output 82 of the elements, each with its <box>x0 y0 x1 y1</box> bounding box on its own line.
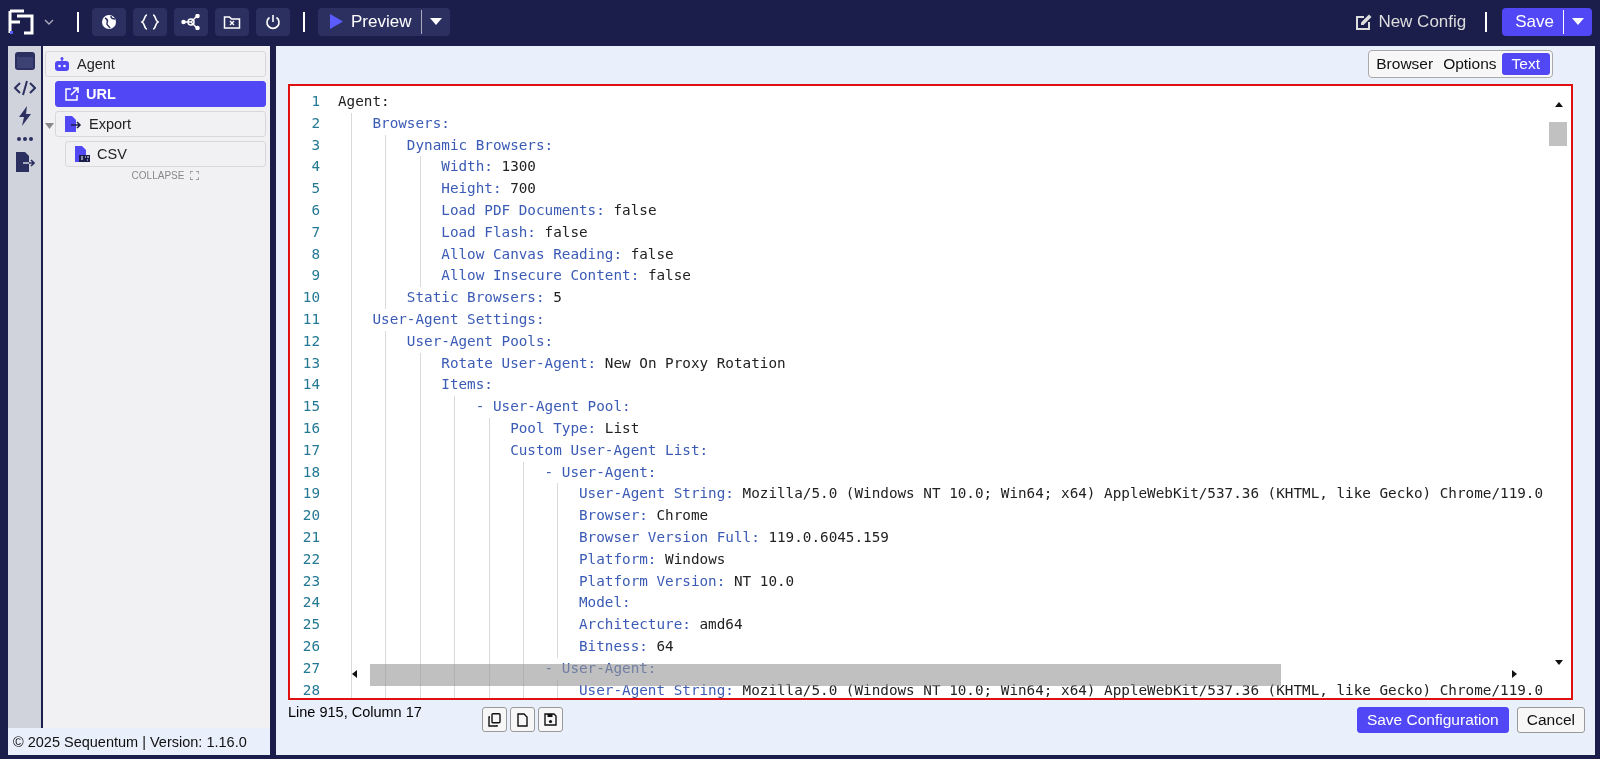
save-configuration-button[interactable]: Save Configuration <box>1356 707 1509 733</box>
chevron-down-icon[interactable] <box>44 18 54 25</box>
line-number: 11 <box>301 309 320 329</box>
file-export-icon[interactable] <box>14 152 35 172</box>
line-number: 27 <box>301 658 320 678</box>
view-tab[interactable]: Options <box>1438 53 1502 75</box>
network-button[interactable] <box>174 7 208 36</box>
tree-item[interactable]: URL <box>55 81 266 107</box>
logo-icon[interactable] <box>8 8 36 35</box>
scrollbar-thumb[interactable] <box>370 664 1281 686</box>
code-icon[interactable] <box>13 80 36 96</box>
line-number: 18 <box>301 462 320 482</box>
copy-icon <box>487 712 501 727</box>
file-icon <box>516 712 528 727</box>
preview-button[interactable]: Preview <box>318 7 422 36</box>
line-number: 17 <box>301 440 320 460</box>
footer-text: © 2025 Sequentum | Version: 1.16.0 <box>8 728 270 755</box>
line-number: 4 <box>310 157 320 177</box>
power-icon <box>265 13 281 30</box>
line-number: 15 <box>301 397 320 417</box>
play-icon <box>330 14 343 29</box>
save-file-button[interactable] <box>537 707 563 732</box>
line-number: 25 <box>301 615 320 635</box>
line-number: 8 <box>310 244 320 264</box>
scroll-up-icon[interactable] <box>1555 102 1563 107</box>
globe-button[interactable] <box>92 7 126 36</box>
file-export-icon <box>64 116 82 132</box>
line-number: 7 <box>310 222 320 242</box>
scroll-down-icon[interactable] <box>1555 660 1563 665</box>
view-tab[interactable]: Text <box>1501 53 1550 75</box>
folder-x-icon <box>223 13 241 30</box>
line-number: 3 <box>310 135 320 155</box>
line-number: 21 <box>301 527 320 547</box>
braces-icon <box>141 13 159 30</box>
lightning-icon[interactable] <box>17 106 32 126</box>
line-number: 22 <box>301 549 320 569</box>
folder-button[interactable] <box>215 7 249 36</box>
scroll-right-icon[interactable] <box>1512 670 1517 678</box>
tree-item[interactable]: Agent <box>45 51 266 77</box>
line-number: 19 <box>301 484 320 504</box>
line-number: 2 <box>310 113 320 133</box>
copy-button[interactable] <box>481 707 507 732</box>
line-number: 12 <box>301 331 320 351</box>
scroll-left-icon[interactable] <box>352 670 357 678</box>
scrollbar-thumb[interactable] <box>1549 122 1567 146</box>
edit-icon <box>1355 13 1373 30</box>
view-tab[interactable]: Browser <box>1371 53 1439 75</box>
expand-icon <box>190 171 200 180</box>
new-file-button[interactable] <box>509 707 535 732</box>
line-number: 13 <box>301 353 320 373</box>
more-icon[interactable] <box>15 136 34 142</box>
code-editor[interactable] <box>288 84 1573 700</box>
save-button[interactable]: Save <box>1502 7 1563 36</box>
new-config-button[interactable]: New Config <box>1355 11 1467 32</box>
code-button[interactable] <box>133 7 167 36</box>
line-number: 28 <box>301 680 320 698</box>
caret-down-icon <box>430 18 443 25</box>
line-number: 26 <box>301 636 320 656</box>
globe-icon <box>101 13 117 30</box>
expand-caret-icon[interactable] <box>44 123 54 129</box>
line-number: 24 <box>301 593 320 613</box>
tree-item[interactable]: Export <box>55 111 266 137</box>
network-icon <box>181 13 201 30</box>
line-number: 10 <box>301 288 320 308</box>
power-button[interactable] <box>256 7 290 36</box>
cancel-button[interactable]: Cancel <box>1516 707 1585 733</box>
line-number: 14 <box>301 375 320 395</box>
external-link-icon <box>64 86 79 102</box>
window-icon[interactable] <box>14 52 35 70</box>
caret-down-icon <box>1572 18 1584 25</box>
line-number: 16 <box>301 418 320 438</box>
line-number: 5 <box>310 179 320 199</box>
line-number: 20 <box>301 506 320 526</box>
robot-icon <box>54 57 70 71</box>
csv-file-icon <box>74 146 90 162</box>
tree-item[interactable]: CSV <box>65 141 266 167</box>
line-number: 23 <box>301 571 320 591</box>
code-line: Agent: <box>338 92 390 111</box>
line-number: 6 <box>310 201 320 220</box>
line-number: 9 <box>310 266 320 286</box>
line-number: 1 <box>310 92 320 111</box>
cursor-position: Line 915, Column 17 <box>288 704 422 720</box>
